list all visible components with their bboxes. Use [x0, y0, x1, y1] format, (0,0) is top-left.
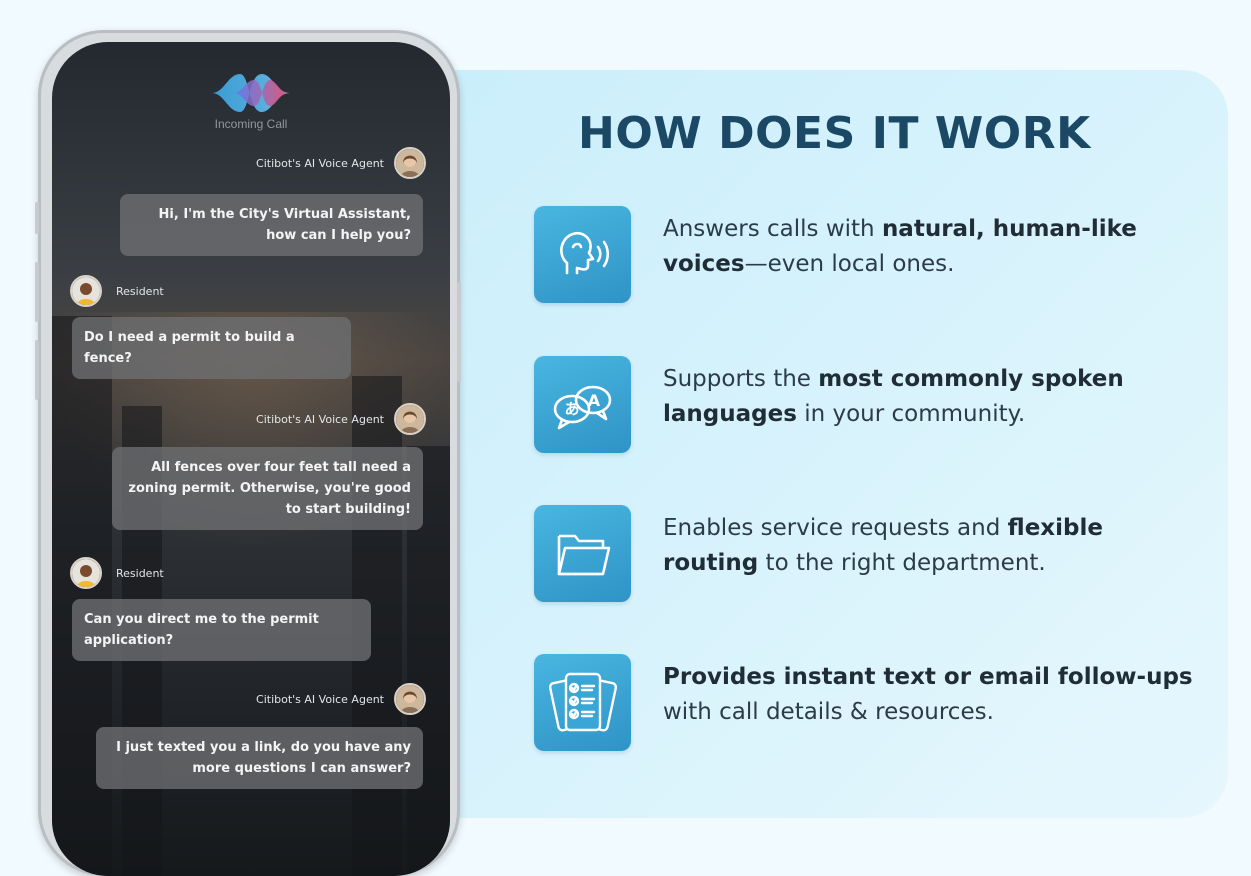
phone-side-button: [457, 282, 461, 382]
feature-natural-voices: Answers calls with natural, human-like v…: [534, 206, 1214, 306]
feature-text: Enables service requests and flexible ro…: [663, 511, 1203, 581]
feature-body: with call details & resources.: [663, 699, 994, 725]
feature-routing: Enables service requests and flexible ro…: [534, 505, 1214, 605]
svg-text:A: A: [587, 391, 600, 410]
feature-body: Enables service requests and: [663, 515, 1008, 541]
phone-screen: Incoming Call Citibot's AI Voice Agent H…: [52, 42, 450, 876]
voice-head-icon: [534, 206, 631, 303]
call-status: Incoming Call: [214, 117, 288, 131]
agent-label: Citibot's AI Voice Agent: [256, 403, 426, 435]
feature-body: in your community.: [796, 401, 1026, 427]
feature-languages: あ A Supports the most commonly spoken la…: [534, 356, 1214, 456]
sender-name: Citibot's AI Voice Agent: [256, 692, 384, 706]
panel-title: HOW DOES IT WORK: [578, 108, 1091, 159]
feature-text: Answers calls with natural, human-like v…: [663, 212, 1203, 282]
feature-body: Supports the: [663, 366, 819, 392]
feature-highlight: Provides instant text or email follow-up…: [663, 664, 1193, 690]
feature-body: Answers calls with: [663, 216, 882, 242]
folder-icon: [534, 505, 631, 602]
resident-label: Resident: [70, 557, 164, 589]
agent-message: I just texted you a link, do you have an…: [96, 727, 423, 789]
sender-name: Resident: [116, 566, 164, 580]
feature-follow-ups: Provides instant text or email follow-up…: [534, 654, 1214, 754]
sender-name: Resident: [116, 284, 164, 298]
resident-avatar: [70, 557, 102, 589]
agent-message: All fences over four feet tall need a zo…: [112, 447, 423, 530]
feature-body: to the right department.: [758, 550, 1046, 576]
phone-side-button: [35, 262, 39, 322]
phone-side-button: [35, 340, 39, 400]
resident-label: Resident: [70, 275, 164, 307]
language-bubbles-icon: あ A: [534, 356, 631, 453]
svg-text:あ: あ: [564, 400, 579, 418]
phone-side-button: [35, 202, 39, 234]
agent-avatar: [394, 147, 426, 179]
feature-body: —even local ones.: [744, 251, 955, 277]
feature-text: Provides instant text or email follow-up…: [663, 660, 1203, 730]
sender-name: Citibot's AI Voice Agent: [256, 412, 384, 426]
agent-message: Hi, I'm the City's Virtual Assistant, ho…: [120, 194, 423, 256]
feature-text: Supports the most commonly spoken langua…: [663, 362, 1203, 432]
checklist-documents-icon: [534, 654, 631, 751]
voice-wave-logo-icon: [212, 74, 290, 112]
agent-label: Citibot's AI Voice Agent: [256, 683, 426, 715]
sender-name: Citibot's AI Voice Agent: [256, 156, 384, 170]
agent-label: Citibot's AI Voice Agent: [256, 147, 426, 179]
agent-avatar: [394, 683, 426, 715]
agent-avatar: [394, 403, 426, 435]
resident-message: Do I need a permit to build a fence?: [72, 317, 351, 379]
resident-avatar: [70, 275, 102, 307]
resident-message: Can you direct me to the permit applicat…: [72, 599, 371, 661]
